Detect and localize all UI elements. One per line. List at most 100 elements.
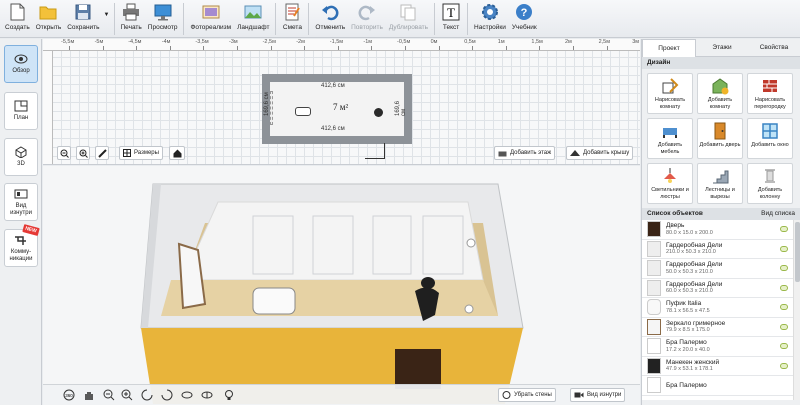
landscape-button[interactable]: Ландшафт: [234, 0, 272, 36]
add-roof-button[interactable]: Добавить крышу: [566, 146, 634, 160]
hand-pan-icon[interactable]: [83, 389, 95, 401]
pouf-plan-symbol: [295, 107, 311, 116]
redo-button[interactable]: Повторить: [348, 0, 386, 36]
rotate-right-icon[interactable]: [161, 389, 173, 401]
list-item[interactable]: Дверь 80.0 x 15.0 x 200.0: [642, 220, 800, 240]
create-button[interactable]: Создать: [2, 0, 33, 36]
room-plan[interactable]: 412,6 см 412,6 см 169,6 см 169,6 см 7 м²: [262, 74, 412, 144]
open-button[interactable]: Открыть: [33, 0, 65, 36]
list-item[interactable]: Гардеробная Дели 50.0 x 50.3 x 210.0: [642, 259, 800, 279]
object-list-scrollbar[interactable]: [793, 220, 800, 400]
save-dropdown[interactable]: ▼: [103, 0, 111, 36]
text-button[interactable]: T Текст: [438, 0, 464, 36]
wall-lamp-model: [466, 238, 476, 248]
settings-button[interactable]: Настройки: [471, 0, 509, 36]
visibility-icon[interactable]: [780, 284, 788, 291]
add-window-icon: [762, 123, 778, 139]
object-name: Дверь: [666, 222, 685, 229]
mirror-plan-symbol: [270, 91, 273, 125]
3d-button[interactable]: 3D: [4, 138, 38, 176]
zoom-in-button[interactable]: [76, 146, 90, 160]
ruler-tick-label: 1,5м: [531, 39, 543, 45]
inside-view-3d-button[interactable]: Вид изнутри: [570, 388, 626, 402]
wardrobe-thumbnail: [647, 279, 661, 296]
visibility-icon[interactable]: [780, 304, 788, 310]
tab-project[interactable]: Проект: [642, 39, 696, 57]
ruler-tick-mark: [203, 46, 205, 50]
zoom-out-icon[interactable]: [103, 389, 115, 401]
ruler-tick-mark: [136, 46, 138, 50]
list-item[interactable]: Бра Палермо: [642, 376, 800, 396]
zoom-out-icon: [60, 149, 69, 158]
sizes-button[interactable]: Размеры: [119, 146, 163, 160]
draw-room-button[interactable]: Нарисовать комнату: [647, 73, 693, 114]
inside-view-button[interactable]: Вид изнутри: [4, 183, 38, 221]
zoom-in-icon[interactable]: [121, 389, 133, 401]
plan-view[interactable]: -5,5м -5м -4,5м -4м -3,5м -3м -2,5м -2м -1,5м -1м…: [43, 39, 640, 165]
communications-button[interactable]: Комму-никации NEW: [4, 224, 40, 267]
lights-button[interactable]: Светильники и люстры: [647, 163, 693, 204]
estimate-button[interactable]: Смета: [279, 0, 305, 36]
visibility-icon[interactable]: [780, 226, 788, 232]
rotate-left-icon[interactable]: [141, 389, 153, 401]
text-label: Текст: [442, 24, 460, 31]
list-item[interactable]: Манекен женский 47.9 x 53.1 x 178.1: [642, 357, 800, 376]
add-column-button[interactable]: Добавить колонну: [747, 163, 793, 204]
visibility-icon[interactable]: [780, 343, 788, 349]
add-door-button[interactable]: Добавить дверь: [697, 118, 743, 159]
preview-button[interactable]: Просмотр: [145, 0, 181, 36]
list-item[interactable]: Гардеробная Дели 60.0 x 50.3 x 210.0: [642, 279, 800, 298]
ruler-tick-label: -0,5м: [397, 39, 411, 45]
visibility-icon[interactable]: [780, 323, 788, 330]
right-panel: Проект Этажи Свойства Дизайн Нарисовать …: [641, 39, 800, 405]
save-button[interactable]: Сохранить: [64, 0, 102, 36]
list-item[interactable]: Гардеробная Дели 210.0 x 50.3 x 210.0: [642, 240, 800, 259]
overview-button[interactable]: Обзор: [4, 45, 38, 83]
plan-button[interactable]: План: [4, 92, 38, 130]
tilt-down-icon[interactable]: [181, 389, 193, 401]
lightbulb-icon[interactable]: [223, 389, 235, 401]
tilt-up-icon[interactable]: [201, 389, 213, 401]
add-window-button[interactable]: Добавить окно: [747, 118, 793, 159]
grid-icon: [123, 149, 131, 157]
measure-button[interactable]: [95, 146, 109, 160]
ruler-tick-mark: [237, 46, 238, 50]
design-grid: Нарисовать комнату Добавить комнату Нари…: [642, 69, 800, 208]
tutorial-button[interactable]: ? Учебник: [509, 0, 540, 36]
list-view-link[interactable]: Вид списка: [761, 208, 795, 220]
vertical-ruler: [43, 51, 53, 164]
add-column-label: Добавить колонну: [757, 187, 783, 200]
visibility-icon[interactable]: [780, 362, 788, 369]
visibility-icon[interactable]: [780, 265, 788, 271]
tab-properties[interactable]: Свойства: [748, 39, 800, 57]
object-size: 80.0 x 15.0 x 200.0: [666, 229, 713, 236]
view-mode-panel: Обзор План 3D Вид изнутри Комму-никации …: [0, 39, 42, 405]
ruler-tick-label: -1,5м: [329, 39, 344, 45]
remove-walls-button[interactable]: Убрать стены: [498, 388, 556, 402]
add-room-button[interactable]: Добавить комнату: [697, 73, 743, 114]
svg-text:?: ?: [521, 7, 528, 19]
zoom-out-button[interactable]: [57, 146, 71, 160]
inside-view-icon: [14, 189, 28, 198]
list-item[interactable]: Бра Палермо 17.2 x 20.0 x 40.0: [642, 337, 800, 357]
visibility-icon[interactable]: [780, 245, 788, 252]
list-item[interactable]: Зеркало гримерное 79.9 x 8.5 x 175.0: [642, 318, 800, 337]
stairs-button[interactable]: Лестницы и вырезы: [697, 163, 743, 204]
add-furniture-button[interactable]: Добавить мебель: [647, 118, 693, 159]
lights-label: Светильники и люстры: [651, 187, 689, 200]
scrollbar-thumb[interactable]: [795, 222, 800, 282]
home-button[interactable]: [169, 146, 185, 160]
list-item[interactable]: Пуфик Italia 78.1 x 56.5 x 47.5: [642, 298, 800, 318]
photorealism-button[interactable]: Фотореализм: [187, 0, 234, 36]
undo-button[interactable]: Отменить: [312, 0, 348, 36]
duplicate-button[interactable]: Дублировать: [386, 0, 431, 36]
360-icon[interactable]: 360: [63, 389, 75, 401]
add-floor-icon: [498, 151, 507, 157]
3d-view[interactable]: [43, 166, 640, 405]
tab-floors[interactable]: Этажи: [696, 39, 748, 57]
add-floor-button[interactable]: Добавить этаж: [494, 146, 556, 160]
draw-partition-button[interactable]: Нарисовать перегородку: [747, 73, 793, 114]
object-size: 210.0 x 50.3 x 210.0: [666, 249, 716, 255]
ruler-tick-label: -2м: [296, 39, 305, 45]
print-button[interactable]: Печать: [118, 0, 145, 36]
